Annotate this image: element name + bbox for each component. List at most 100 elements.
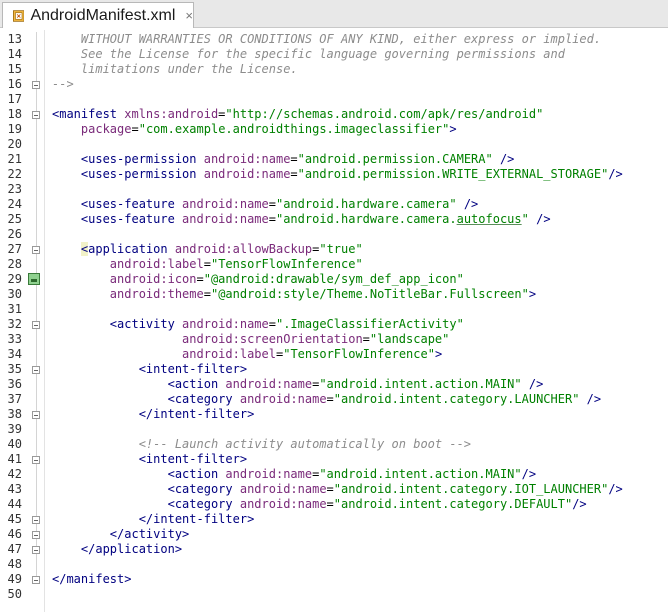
code-line[interactable]: package="com.example.androidthings.image… <box>52 122 457 137</box>
fold-end-icon[interactable] <box>32 531 40 539</box>
code-token: :name <box>232 197 269 211</box>
code-token: :name <box>254 152 291 166</box>
code-token: </intent-filter> <box>52 512 255 526</box>
code-token: :theme <box>160 287 204 301</box>
code-token: "android.intent.category.LAUNCHER" <box>333 392 580 406</box>
code-editor[interactable]: 13 14 15 16 17 18 19 20 21 22 23 24 25 26 27 28 29 30 31 32… <box>0 30 668 612</box>
close-tab-button[interactable]: × <box>185 8 193 23</box>
code-line[interactable]: <uses-permission android:name="android.p… <box>52 167 623 182</box>
line-number: 41 <box>7 452 22 466</box>
code-token: autofocus <box>456 212 522 226</box>
code-line[interactable]: See the License for the specific languag… <box>52 47 565 62</box>
code-line[interactable]: <intent-filter> <box>52 452 247 467</box>
code-token: > <box>528 287 537 301</box>
code-line[interactable]: </application> <box>52 542 182 557</box>
code-token: "android.hardware.camera" <box>275 197 457 211</box>
code-token: = <box>290 167 298 181</box>
code-line[interactable]: --> <box>52 77 74 92</box>
code-token: "android.permission.CAMERA" <box>297 152 493 166</box>
fold-end-icon[interactable] <box>32 411 40 419</box>
code-line[interactable]: android:theme="@android:style/Theme.NoTi… <box>52 287 536 302</box>
code-token: </activity> <box>52 527 190 541</box>
code-token: = <box>268 212 276 226</box>
code-token: <uses-feature <box>52 212 183 226</box>
code-line[interactable]: android:icon="@android:drawable/sym_def_… <box>52 272 464 287</box>
code-token: = <box>326 497 334 511</box>
app-icon[interactable] <box>28 273 40 285</box>
code-token: android <box>52 347 233 361</box>
code-token: :name <box>232 212 269 226</box>
code-token: :name <box>232 317 269 331</box>
code-token: "http://schemas.android.com/apk/res/andr… <box>225 107 544 121</box>
code-token: <category <box>52 392 240 406</box>
line-number: 45 <box>7 512 22 526</box>
code-line[interactable]: </intent-filter> <box>52 512 255 527</box>
code-line[interactable]: </manifest> <box>52 572 131 587</box>
code-line[interactable]: <activity android:name=".ImageClassifier… <box>52 317 464 332</box>
line-number: 49 <box>7 572 22 586</box>
line-number: 16 <box>7 77 22 91</box>
code-token: <activity <box>52 317 183 331</box>
fold-start-icon[interactable] <box>32 321 40 329</box>
code-token: <category <box>52 482 240 496</box>
code-line[interactable]: android:screenOrientation="landscape" <box>52 332 449 347</box>
fold-start-icon[interactable] <box>32 111 40 119</box>
line-number: 35 <box>7 362 22 376</box>
code-line[interactable]: <uses-feature android:name="android.hard… <box>52 212 551 227</box>
code-line[interactable]: WITHOUT WARRANTIES OR CONDITIONS OF ANY … <box>52 32 601 47</box>
code-token: android <box>203 167 255 181</box>
code-line[interactable]: </intent-filter> <box>52 407 255 422</box>
line-number: 27 <box>7 242 22 256</box>
code-line[interactable]: <!-- Launch activity automatically on bo… <box>52 437 471 452</box>
fold-end-icon[interactable] <box>32 81 40 89</box>
code-token: = <box>362 332 370 346</box>
code-token: = <box>131 122 139 136</box>
code-token: /> <box>521 467 537 481</box>
code-line[interactable]: <category android:name="android.intent.c… <box>52 482 623 497</box>
line-number: 14 <box>7 47 22 61</box>
line-number: 31 <box>7 302 22 316</box>
fold-end-icon[interactable] <box>32 576 40 584</box>
code-line[interactable]: <category android:name="android.intent.c… <box>52 392 602 407</box>
code-token: </application> <box>52 542 183 556</box>
code-token: :allowBackup <box>225 242 313 256</box>
code-line[interactable]: <application android:allowBackup="true" <box>52 242 363 257</box>
code-area[interactable]: WITHOUT WARRANTIES OR CONDITIONS OF ANY … <box>52 30 668 612</box>
code-line[interactable]: android:label="TensorFlowInference" <box>52 257 363 272</box>
code-token: = <box>268 317 276 331</box>
code-line[interactable]: <uses-feature android:name="android.hard… <box>52 197 478 212</box>
code-line[interactable]: </activity> <box>52 527 189 542</box>
code-line[interactable]: <action android:name="android.intent.act… <box>52 467 536 482</box>
code-line[interactable]: <category android:name="android.intent.c… <box>52 497 587 512</box>
line-number: 46 <box>7 527 22 541</box>
fold-start-icon[interactable] <box>32 456 40 464</box>
fold-start-icon[interactable] <box>32 366 40 374</box>
fold-start-icon[interactable] <box>32 246 40 254</box>
code-line[interactable]: android:label="TensorFlowInference"> <box>52 347 442 362</box>
line-number: 23 <box>7 182 22 196</box>
code-token: "android.intent.action.MAIN" <box>319 467 522 481</box>
code-token: <category <box>52 497 240 511</box>
code-token: /> <box>608 167 623 181</box>
fold-end-icon[interactable] <box>32 546 40 554</box>
code-token: "landscape" <box>369 332 450 346</box>
code-line[interactable]: limitations under the License. <box>52 62 298 77</box>
code-line[interactable]: <intent-filter> <box>52 362 247 377</box>
fold-end-icon[interactable] <box>32 516 40 524</box>
code-line[interactable]: <action android:name="android.intent.act… <box>52 377 544 392</box>
line-number: 44 <box>7 497 22 511</box>
code-token: = <box>196 272 204 286</box>
code-token: WITHOUT WARRANTIES OR CONDITIONS OF ANY … <box>52 32 602 46</box>
code-token: "TensorFlowInference" <box>210 257 363 271</box>
code-line[interactable]: <manifest xmlns:android="http://schemas.… <box>52 107 543 122</box>
code-token: "android.intent.category.IOT_LAUNCHER" <box>333 482 609 496</box>
tab-android-manifest[interactable]: AndroidManifest.xml × <box>2 2 194 28</box>
code-token: <intent-filter> <box>52 362 248 376</box>
code-token: "android.intent.action.MAIN" <box>319 377 522 391</box>
code-token: :label <box>232 347 276 361</box>
code-token: :name <box>290 482 327 496</box>
code-token: /> <box>572 497 587 511</box>
line-number: 29 <box>7 272 22 286</box>
code-line[interactable]: <uses-permission android:name="android.p… <box>52 152 515 167</box>
